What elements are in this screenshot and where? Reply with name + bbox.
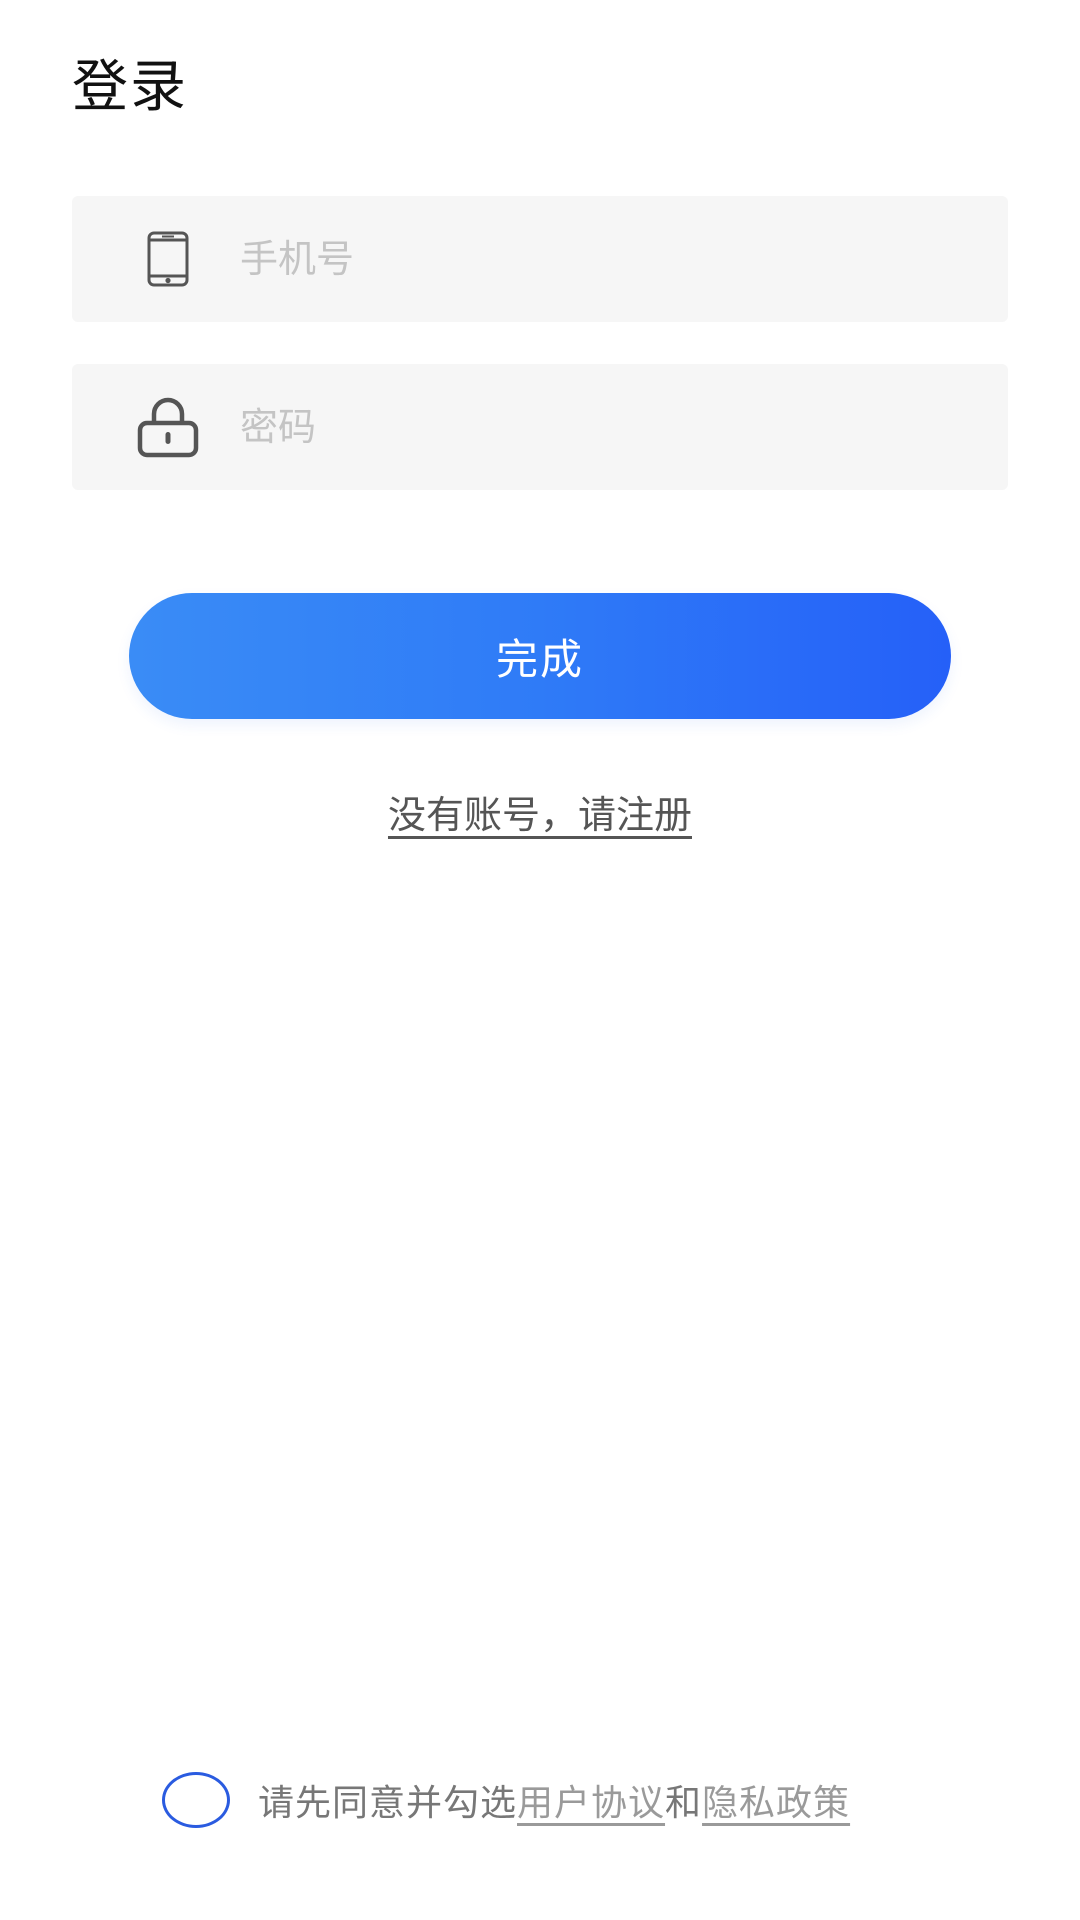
- agree-radio[interactable]: [162, 1772, 230, 1828]
- login-page: 登录 完成 没有账号，请注册 请先同意并勾选用户协议和隐私政策: [0, 0, 1080, 1920]
- page-title: 登录: [72, 55, 188, 120]
- agreement-prefix: 请先同意并勾选: [258, 1783, 518, 1824]
- password-input[interactable]: [240, 387, 1008, 467]
- agreement-conjunction: 和: [665, 1783, 703, 1824]
- password-field-row[interactable]: [72, 364, 1008, 490]
- agreement-text: 请先同意并勾选用户协议和隐私政策: [258, 1774, 850, 1826]
- lock-icon: [124, 383, 212, 471]
- phone-field-row[interactable]: [72, 196, 1008, 322]
- phone-icon: [124, 215, 212, 303]
- register-link[interactable]: 没有账号，请注册: [0, 784, 1080, 839]
- submit-button[interactable]: 完成: [129, 593, 951, 719]
- user-agreement-link[interactable]: 用户协议: [517, 1783, 665, 1824]
- agreement-row: 请先同意并勾选用户协议和隐私政策: [162, 1772, 850, 1828]
- phone-input[interactable]: [240, 219, 1008, 299]
- privacy-policy-link[interactable]: 隐私政策: [702, 1783, 850, 1824]
